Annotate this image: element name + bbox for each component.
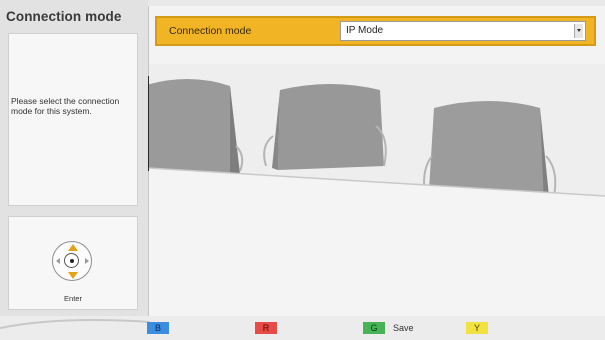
- help-box: [8, 33, 138, 206]
- arrow-down-icon: [68, 272, 78, 279]
- green-key-button[interactable]: G: [363, 322, 385, 334]
- arrow-left-icon: [56, 258, 60, 264]
- red-key-button[interactable]: R: [255, 322, 277, 334]
- help-text: Please select the connection mode for th…: [11, 96, 120, 116]
- background-photo: [148, 6, 605, 316]
- connection-mode-value: IP Mode: [346, 25, 384, 36]
- navigation-box: Enter: [8, 216, 138, 310]
- arrow-right-icon: [85, 258, 89, 264]
- arrow-up-icon: [68, 244, 78, 251]
- enter-dot-icon: [70, 259, 74, 263]
- connection-mode-label: Connection mode: [169, 25, 252, 37]
- blue-key-button[interactable]: B: [147, 322, 169, 334]
- bottom-bar: B R G Save Y: [0, 316, 605, 340]
- connection-mode-select[interactable]: IP Mode: [340, 21, 586, 41]
- yellow-key-button[interactable]: Y: [466, 322, 488, 334]
- enter-label: Enter: [64, 294, 82, 303]
- connection-mode-row[interactable]: Connection mode IP Mode: [155, 16, 596, 46]
- page-title: Connection mode: [6, 9, 122, 24]
- left-panel: Connection mode Please select the connec…: [0, 0, 148, 316]
- dpad-navigation-icon[interactable]: [52, 241, 92, 281]
- enter-button[interactable]: [64, 253, 79, 268]
- save-label: Save: [393, 323, 414, 333]
- swoosh-decoration: [0, 319, 150, 329]
- dropdown-arrow-icon[interactable]: [574, 24, 583, 38]
